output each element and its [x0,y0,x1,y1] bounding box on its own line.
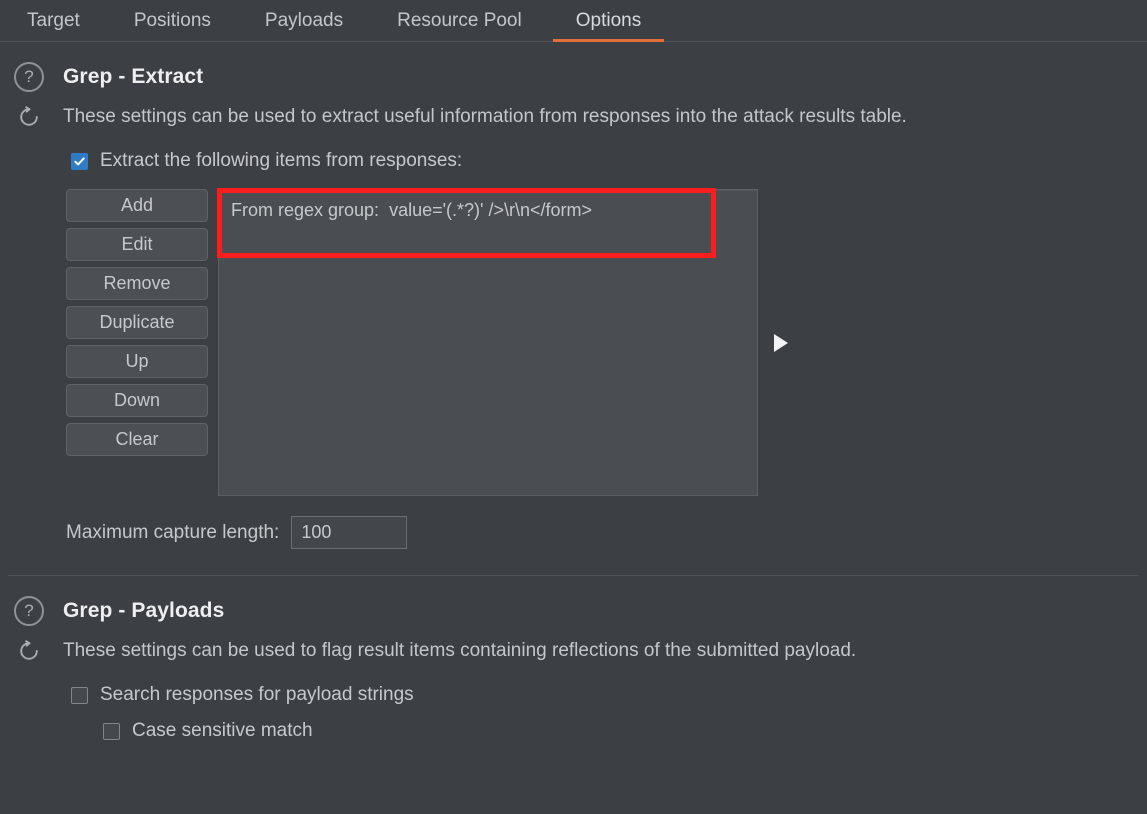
tab-options[interactable]: Options [549,0,668,41]
tab-label: Options [576,10,641,32]
play-triangle-right-icon[interactable] [774,334,788,352]
max-capture-length-label: Maximum capture length: [66,522,279,544]
remove-button[interactable]: Remove [66,267,208,300]
case-sensitive-checkbox-row[interactable]: Case sensitive match [103,720,1147,742]
tab-target[interactable]: Target [0,0,107,41]
max-capture-length-row: Maximum capture length: [66,516,1147,549]
edit-button[interactable]: Edit [66,228,208,261]
grep-payloads-section: ? Grep - Payloads These settings can be … [0,596,1147,742]
tab-resource-pool[interactable]: Resource Pool [370,0,549,41]
list-item[interactable]: From regex group: value='(.*?)' />\r\n</… [219,190,757,230]
grep-extract-header: ? Grep - Extract [0,62,1147,92]
tab-payloads[interactable]: Payloads [238,0,370,41]
extract-enable-checkbox-row[interactable]: Extract the following items from respons… [71,150,1147,172]
duplicate-button[interactable]: Duplicate [66,306,208,339]
extract-button-column: Add Edit Remove Duplicate Up Down Clear [66,189,208,456]
tab-label: Payloads [265,10,343,32]
grep-payloads-description-row: These settings can be used to flag resul… [0,636,1147,666]
tab-label: Target [27,10,80,32]
down-button[interactable]: Down [66,384,208,417]
search-responses-label: Search responses for payload strings [100,684,414,706]
section-title: Grep - Extract [63,65,203,89]
grep-payloads-header: ? Grep - Payloads [0,596,1147,626]
search-responses-checkbox[interactable] [71,687,88,704]
search-responses-checkbox-row[interactable]: Search responses for payload strings [71,684,1147,706]
tab-label: Positions [134,10,211,32]
question-mark-circle-icon[interactable]: ? [14,596,44,626]
max-capture-length-input[interactable] [291,516,407,549]
options-content: ? Grep - Extract These settings can be u… [0,62,1147,742]
up-button[interactable]: Up [66,345,208,378]
grep-extract-description-row: These settings can be used to extract us… [0,102,1147,132]
section-description: These settings can be used to extract us… [63,106,907,128]
extract-enable-checkbox[interactable] [71,153,88,170]
tab-label: Resource Pool [397,10,522,32]
tab-bar: Target Positions Payloads Resource Pool … [0,0,1147,42]
question-mark-circle-icon[interactable]: ? [14,62,44,92]
section-title: Grep - Payloads [63,599,224,623]
case-sensitive-checkbox[interactable] [103,723,120,740]
extract-enable-label: Extract the following items from respons… [100,150,462,172]
extract-list-wrapper: From regex group: value='(.*?)' />\r\n</… [218,189,758,496]
section-divider [8,575,1139,576]
add-button[interactable]: Add [66,189,208,222]
refresh-circular-arrow-icon[interactable] [14,636,44,666]
tab-positions[interactable]: Positions [107,0,238,41]
extract-items-list[interactable]: From regex group: value='(.*?)' />\r\n</… [218,189,758,496]
extract-body: Add Edit Remove Duplicate Up Down Clear … [0,189,1147,496]
case-sensitive-label: Case sensitive match [132,720,313,742]
grep-extract-section: ? Grep - Extract These settings can be u… [0,62,1147,576]
section-description: These settings can be used to flag resul… [63,640,856,662]
clear-button[interactable]: Clear [66,423,208,456]
refresh-circular-arrow-icon[interactable] [14,102,44,132]
